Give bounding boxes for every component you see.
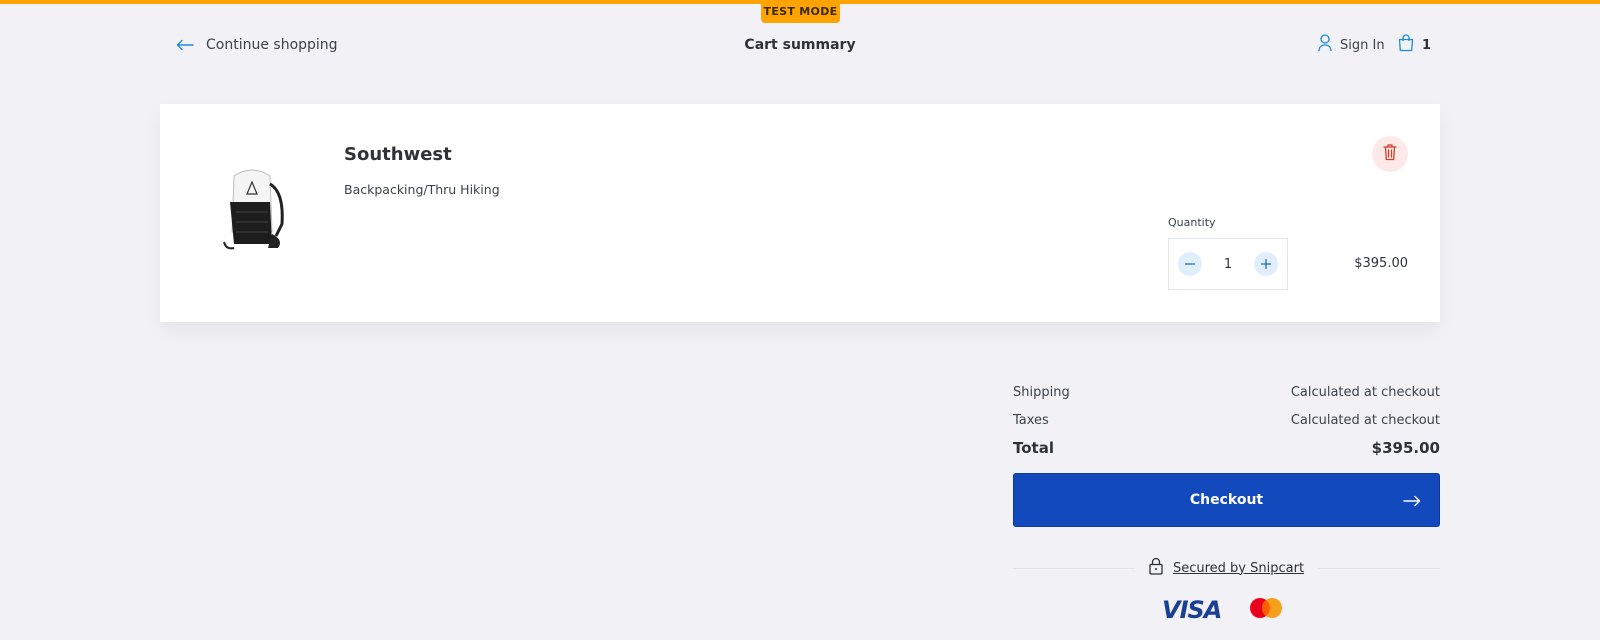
sign-in-link[interactable]: Sign In: [1318, 34, 1385, 56]
arrow-right-icon: [1403, 492, 1421, 511]
total-row: Total $395.00: [1013, 434, 1440, 462]
sign-in-label: Sign In: [1340, 37, 1385, 53]
secured-by-snipcart: Secured by Snipcart: [1013, 557, 1441, 579]
taxes-value: Calculated at checkout: [1290, 412, 1440, 428]
checkout-button[interactable]: Checkout: [1013, 473, 1440, 527]
user-icon: [1318, 34, 1332, 56]
trash-icon: [1383, 143, 1397, 165]
shipping-value: Calculated at checkout: [1290, 384, 1440, 400]
mastercard-logo: [1249, 597, 1283, 623]
continue-shopping-label: Continue shopping: [206, 37, 338, 53]
cart-button[interactable]: 1: [1398, 34, 1431, 56]
product-name: Southwest: [344, 144, 452, 165]
continue-shopping-link[interactable]: Continue shopping: [176, 34, 338, 56]
taxes-row: Taxes Calculated at checkout: [1013, 406, 1440, 434]
cart-count: 1: [1422, 37, 1432, 53]
product-description: Backpacking/Thru Hiking: [344, 182, 500, 197]
secured-label: Secured by Snipcart: [1172, 560, 1305, 576]
quantity-value[interactable]: 1: [1224, 257, 1232, 272]
minus-icon: [1184, 255, 1196, 274]
decrement-button[interactable]: [1178, 252, 1202, 276]
remove-item-button[interactable]: [1372, 136, 1408, 172]
shipping-label: Shipping: [1013, 384, 1070, 400]
total-label: Total: [1013, 439, 1054, 457]
shopping-bag-icon: [1398, 34, 1414, 56]
test-mode-badge: TEST MODE: [761, 1, 840, 23]
payment-methods: VISA: [1162, 596, 1283, 624]
product-image: [212, 162, 292, 254]
line-item-price: $395.00: [1354, 256, 1408, 271]
secured-link[interactable]: Secured by Snipcart: [1135, 557, 1318, 579]
arrow-left-icon: [176, 36, 194, 55]
page-title: Cart summary: [744, 37, 856, 53]
checkout-label: Checkout: [1189, 492, 1264, 508]
cart-item-card: Southwest Backpacking/Thru Hiking Quanti…: [160, 104, 1440, 322]
divider-right: [1318, 567, 1441, 569]
divider-left: [1013, 567, 1135, 569]
shipping-row: Shipping Calculated at checkout: [1013, 378, 1440, 406]
order-summary: Shipping Calculated at checkout Taxes Ca…: [1013, 378, 1440, 462]
lock-icon: [1149, 557, 1163, 579]
visa-logo: VISA: [1162, 596, 1222, 624]
quantity-stepper: 1: [1168, 238, 1288, 290]
quantity-label: Quantity: [1168, 216, 1216, 229]
plus-icon: [1260, 255, 1272, 274]
taxes-label: Taxes: [1013, 412, 1049, 428]
increment-button[interactable]: [1254, 252, 1278, 276]
total-value: $395.00: [1371, 439, 1440, 457]
